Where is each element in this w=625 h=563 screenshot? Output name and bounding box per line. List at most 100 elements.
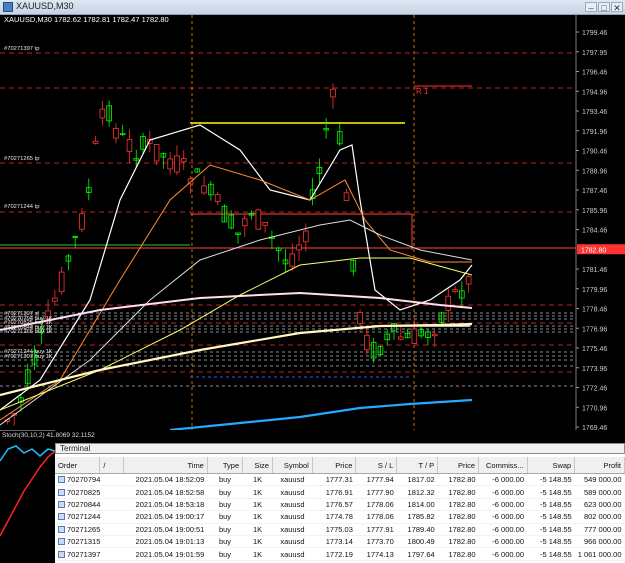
- order-time: 2021.05.04 19:01:59: [123, 547, 208, 561]
- candle-body: [330, 88, 336, 98]
- order-id-cell: 70271244: [55, 510, 124, 524]
- candle-body: [357, 312, 363, 325]
- stochastic-oscillator[interactable]: [0, 430, 55, 563]
- order-swap: -5 148.55: [527, 510, 575, 524]
- candle-body: [255, 209, 262, 230]
- order-profit: 623 000.00: [574, 498, 625, 512]
- col-price[interactable]: Price: [312, 457, 357, 474]
- candle-body: [289, 253, 296, 267]
- candle-body: [126, 139, 133, 152]
- price-tick-label: 1775.46: [582, 346, 607, 353]
- price-tick-label: 1778.46: [582, 307, 607, 314]
- order-id-cell: 70270844: [55, 498, 124, 512]
- col-current-price[interactable]: Price: [437, 457, 480, 474]
- order-sl: 1773.70: [355, 535, 397, 549]
- order-time: 2021.05.04 18:53:18: [123, 498, 208, 512]
- order-cur: 1782.80: [437, 498, 479, 512]
- order-row[interactable]: 70271315 2021.05.04 19:01:13 buy 1K xauusd 17…: [55, 535, 625, 549]
- price-tick-label: 1790.46: [582, 149, 607, 156]
- chart-grid-lines: [0, 15, 576, 430]
- price-tick-label: 1779.96: [582, 287, 607, 294]
- candle-body: [364, 334, 370, 351]
- order-sl: 1778.06: [355, 510, 397, 524]
- candle-body: [214, 194, 221, 202]
- ma-pink: [0, 291, 473, 331]
- order-id-cell: 70271315: [55, 535, 124, 549]
- col-sl[interactable]: S / L: [355, 457, 398, 474]
- order-price: 1772.19: [312, 547, 356, 561]
- ma-yellow: [0, 257, 473, 411]
- candle-body: [180, 158, 187, 163]
- order-time: 2021.05.04 19:01:13: [123, 535, 208, 549]
- order-sl: 1777.91: [355, 523, 397, 536]
- order-row[interactable]: 70270844 2021.05.04 18:53:18 buy 1K xauusd 17…: [55, 498, 625, 512]
- price-tick-label: 1788.96: [582, 168, 607, 175]
- order-type: buy: [207, 547, 243, 561]
- order-time: 2021.05.04 18:52:09: [123, 473, 208, 487]
- candle-body: [167, 158, 173, 170]
- order-price: 1773.14: [312, 535, 356, 549]
- order-row[interactable]: 70271397 2021.05.04 19:01:59 buy 1K xauusd 17…: [55, 547, 625, 561]
- order-row[interactable]: 70271244 2021.05.04 19:00:17 buy 1K xauusd 17…: [55, 510, 625, 524]
- order-type: buy: [207, 473, 243, 487]
- order-type: buy: [207, 535, 243, 549]
- order-symbol: xauusd: [272, 547, 313, 561]
- orders-table: Order / Time Type Size Symbol Price S / …: [55, 457, 625, 561]
- order-size: 1K: [242, 547, 273, 561]
- candle-body: [113, 128, 119, 139]
- price-axis: 1799.46 1797.95 1796.46 1794.96 1793.46 1791.…: [575, 15, 625, 430]
- candle-body: [303, 230, 309, 243]
- col-order[interactable]: Order: [55, 457, 101, 474]
- order-sl: 1778.06: [355, 498, 397, 512]
- order-row[interactable]: 70270825 2021.05.04 18:52:58 buy 1K xauusd 17…: [55, 485, 625, 499]
- price-tick-label: 1794.96: [582, 89, 607, 96]
- col-swap[interactable]: Swap: [527, 457, 576, 474]
- col-profit[interactable]: Profit: [574, 457, 625, 474]
- col-time[interactable]: Time: [123, 457, 208, 474]
- order-icon: [58, 550, 65, 558]
- col-type[interactable]: Type: [207, 457, 244, 474]
- order-profit: 1 061 000.00: [574, 547, 625, 561]
- terminal-title[interactable]: Terminal: [55, 443, 625, 454]
- order-tp: 1817.02: [396, 473, 438, 487]
- order-id: 70271244: [67, 512, 101, 522]
- order-tp: 1797.64: [396, 547, 438, 561]
- price-tick-label: 1769.46: [582, 425, 607, 430]
- order-row[interactable]: 70271265 2021.05.04 19:00:51 buy 1K xauusd 17…: [55, 523, 625, 536]
- price-tick-label: 1785.96: [582, 208, 607, 215]
- close-button[interactable]: ✕: [611, 2, 623, 13]
- order-tp: 1785.82: [396, 510, 438, 524]
- minimize-button[interactable]: –: [585, 2, 597, 13]
- order-label: #70271244 tp: [4, 204, 39, 210]
- order-price: 1776.57: [312, 498, 356, 512]
- order-profit: 802 000.00: [574, 510, 625, 524]
- order-icon: [58, 476, 65, 484]
- order-cur: 1782.80: [437, 523, 479, 536]
- order-icon: [58, 525, 65, 533]
- col-commission[interactable]: Commiss...: [478, 457, 528, 474]
- order-row[interactable]: 70270794 2021.05.04 18:52:09 buy 1K xauusd 17…: [55, 473, 625, 487]
- candle-body: [92, 140, 99, 144]
- order-cur: 1782.80: [437, 485, 479, 499]
- col-tp[interactable]: T / P: [396, 457, 439, 474]
- ma-cream: [0, 322, 473, 397]
- ma-fast: [0, 124, 473, 411]
- order-swap: -5 148.55: [527, 535, 575, 549]
- order-label: #70271397 buy 1K: [4, 354, 53, 360]
- col-symbol[interactable]: Symbol: [272, 457, 313, 474]
- candle-body: [343, 192, 350, 202]
- window-titlebar[interactable]: XAUUSD,M30 – □ ✕: [0, 0, 625, 15]
- maximize-button[interactable]: □: [598, 2, 610, 13]
- order-symbol: xauusd: [272, 485, 313, 499]
- candle-body: [452, 289, 458, 292]
- price-tick-label: 1791.96: [582, 129, 607, 136]
- order-comm: -6 000.00: [478, 473, 527, 487]
- window-title: XAUUSD,M30: [16, 1, 74, 11]
- order-symbol: xauusd: [272, 473, 313, 487]
- col-size[interactable]: Size: [242, 457, 273, 474]
- col-sort[interactable]: /: [99, 457, 125, 474]
- price-chart[interactable]: 1799.46 1797.95 1796.46 1794.96 1793.46 1791.…: [0, 15, 625, 430]
- order-size: 1K: [242, 535, 273, 549]
- order-swap: -5 148.55: [527, 547, 575, 561]
- price-tick-label: 1781.46: [582, 267, 607, 274]
